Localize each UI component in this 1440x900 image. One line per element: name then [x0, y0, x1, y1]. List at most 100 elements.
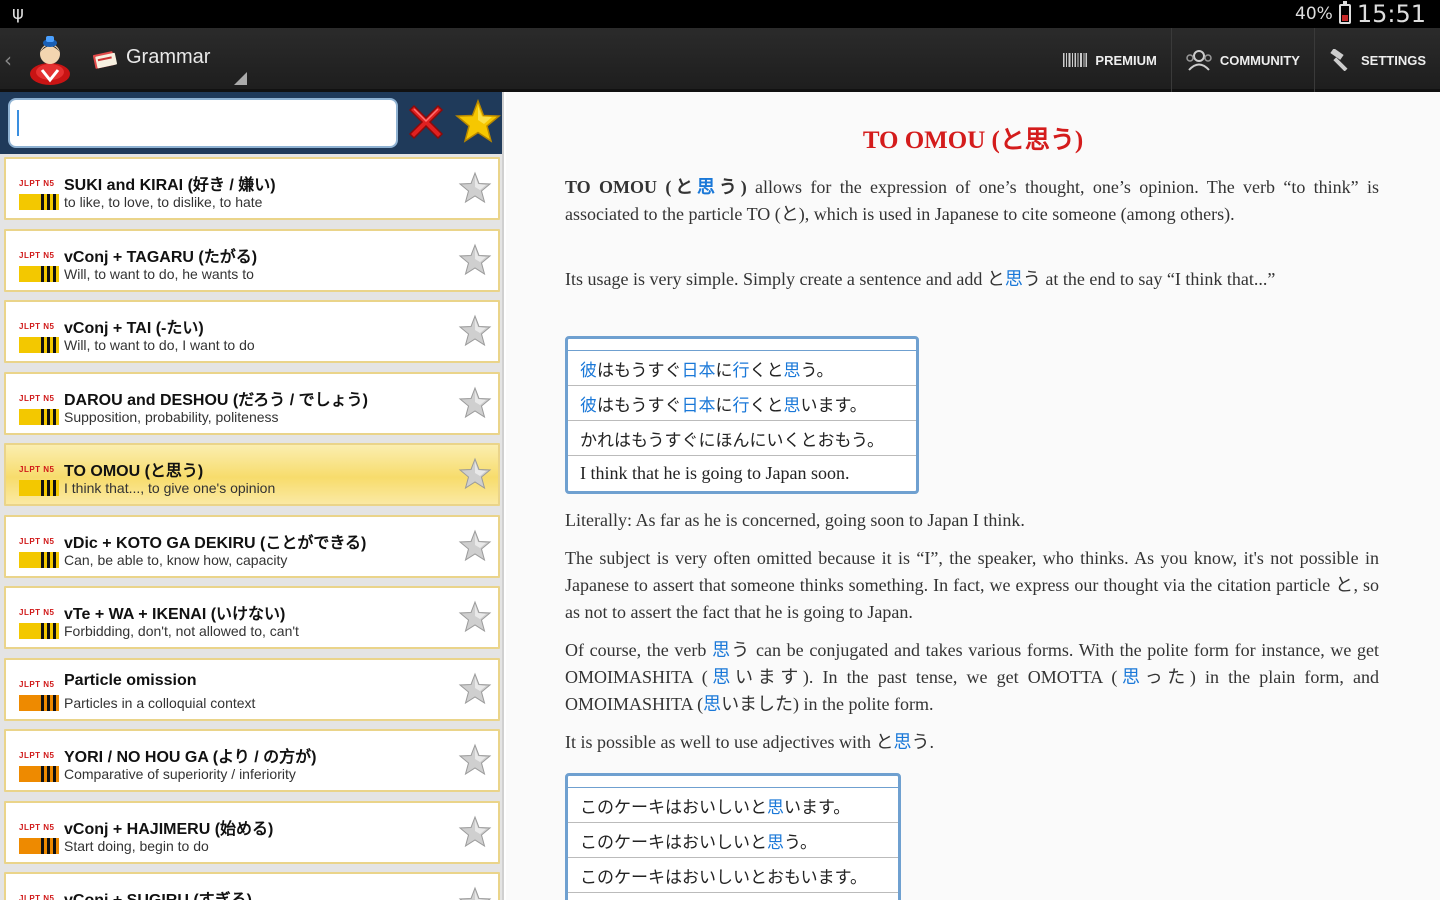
example-table-2: このケーキはおいしいと思います。 このケーキはおいしいと思う。 このケーキはおいしい…	[565, 773, 901, 900]
favorite-star-icon[interactable]	[458, 672, 492, 706]
level-indicator-icon	[19, 623, 59, 639]
text-run: う。	[800, 360, 834, 381]
grammar-description: Will, to want to do, he wants to	[64, 265, 254, 282]
example-text: このケーキはおいしいと思う。	[580, 828, 817, 853]
grammar-list-item[interactable]: JLPT N5 Particle omission Particles in a c…	[4, 657, 500, 721]
example-text: I think that he is going to Japan soon.	[580, 463, 849, 484]
battery-percent: 40%	[1295, 4, 1333, 24]
text-run: いました) in the polite form.	[721, 694, 934, 714]
barcode-icon	[1063, 53, 1088, 67]
up-chevron-icon[interactable]: ‹	[4, 48, 12, 72]
bold-text: TO OMOU (と	[565, 177, 698, 197]
community-button[interactable]: COMMUNITY	[1170, 28, 1314, 92]
grammar-list-item[interactable]: JLPT N5 SUKI and KIRAI (好き / 嫌い) to like, …	[4, 157, 500, 220]
grammar-list-item[interactable]: JLPT N5 vTe + WA + IKENAI (いけない) Forbiddin…	[4, 586, 500, 649]
example-row: かれはもうすぐにほんにいくとおもう。	[568, 421, 916, 456]
grammar-list-item[interactable]: JLPT N5 vConj + TAI (-たい) Will, to want to…	[4, 300, 500, 363]
favorite-star-icon[interactable]	[458, 314, 492, 348]
table-header-strip	[568, 339, 916, 351]
favorite-star-icon[interactable]	[458, 600, 492, 634]
kanji-link: 思	[1004, 269, 1023, 289]
grammar-title: vConj + TAGARU (たがる)	[64, 248, 258, 266]
jlpt-badge: JLPT N5	[19, 536, 55, 546]
grammar-title: vConj + HAJIMERU (始める)	[64, 820, 274, 838]
grammar-title: vDic + KOTO GA DEKIRU (ことができる)	[64, 534, 367, 552]
text-run: に	[715, 360, 733, 381]
kanji-link: 思	[1117, 667, 1145, 687]
status-bar: ψ 40% 15:51	[0, 0, 1440, 28]
grammar-title: vTe + WA + IKENAI (いけない)	[64, 606, 286, 623]
spinner-dropdown-icon[interactable]	[234, 72, 247, 85]
favorite-star-icon[interactable]	[458, 815, 492, 849]
text-caret	[17, 110, 19, 136]
premium-button[interactable]: PREMIUM	[1049, 28, 1170, 92]
grammar-list-item[interactable]: JLPT N5 DAROU and DESHOU (だろう / でしょう) Supp…	[4, 371, 500, 435]
jlpt-badge: JLPT N5	[19, 465, 55, 474]
grammar-title: SUKI and KIRAI (好き / 嫌い)	[64, 177, 276, 194]
text-run: このケーキはおいしいと	[580, 832, 767, 853]
favorite-star-icon[interactable]	[458, 457, 492, 491]
paragraph-4: The subject is very often omitted becaus…	[565, 545, 1379, 626]
grammar-list-item[interactable]: JLPT N5 vConj + SUGIRU (すぎる)	[4, 872, 500, 900]
jlpt-badge: JLPT N5	[19, 179, 55, 188]
text-run: このケーキはおいしいと	[580, 797, 767, 818]
grammar-description: Forbidding, don't, not allowed to, can't	[64, 623, 299, 639]
grammar-description: I think that..., to give one's opinion	[64, 480, 276, 496]
kanji-link: 思	[893, 732, 912, 752]
grammar-list-item[interactable]: JLPT N5 vConj + TAGARU (たがる) Will, to want…	[4, 228, 500, 292]
usb-icon: ψ	[12, 3, 24, 24]
paragraph-1: TO OMOU (と思う) allows for the expression …	[565, 174, 1379, 228]
favorite-star-icon[interactable]	[458, 743, 492, 777]
text-run: Of course, the verb	[565, 640, 713, 660]
jlpt-badge: JLPT N5	[19, 822, 55, 832]
example-table-1: 彼はもうすぐ日本に行くと思う。 彼はもうすぐ日本に行くと思います。 かれはもうすぐに…	[565, 336, 919, 494]
level-indicator-icon	[19, 766, 59, 782]
jlpt-badge: JLPT N5	[19, 393, 55, 403]
jlpt-badge: JLPT N5	[19, 679, 55, 689]
bold-text: う)	[718, 177, 747, 197]
level-indicator-icon	[19, 551, 59, 568]
kanji-link: 日本	[681, 360, 716, 381]
favorites-filter-star-icon[interactable]	[454, 98, 502, 146]
app-logo[interactable]	[24, 34, 76, 86]
example-row: このケーキはおいしいとおもいます。	[568, 858, 898, 893]
text-run: に	[715, 395, 733, 416]
level-indicator-icon	[19, 408, 59, 425]
favorite-star-icon[interactable]	[458, 386, 492, 420]
jlpt-badge: JLPT N5	[19, 751, 55, 760]
settings-button[interactable]: SETTINGS	[1313, 28, 1440, 92]
text-run: います。	[784, 797, 851, 818]
kanji-link: 行	[732, 395, 750, 416]
grammar-list-item[interactable]: JLPT N5 vDic + KOTO GA DEKIRU (ことができる) Can…	[4, 514, 500, 578]
grammar-description: Supposition, probability, politeness	[64, 408, 279, 425]
kanji-link: 行	[732, 360, 750, 381]
text-run: う.	[911, 732, 934, 752]
kanji-link: 思	[697, 177, 719, 197]
section-title[interactable]: Grammar	[126, 46, 210, 69]
favorite-star-icon[interactable]	[458, 171, 492, 205]
grammar-description: Comparative of superiority / inferiority	[64, 766, 296, 782]
text-run: くと	[749, 360, 784, 381]
clock: 15:51	[1356, 0, 1426, 28]
jlpt-badge: JLPT N5	[19, 894, 55, 900]
text-run: It is possible as well to use adjectives…	[565, 732, 894, 752]
text-run: かれはもうすぐにほんにいくとおもう。	[580, 430, 884, 451]
clear-search-icon[interactable]	[404, 100, 448, 144]
favorite-star-icon[interactable]	[458, 529, 492, 563]
search-input[interactable]	[8, 98, 398, 148]
level-indicator-icon	[19, 837, 59, 854]
paragraph-2: Its usage is very simple. Simply create …	[565, 266, 1379, 293]
grammar-title: TO OMOU (と思う)	[64, 463, 204, 480]
grammar-title: DAROU and DESHOU (だろう / でしょう)	[64, 391, 368, 409]
settings-label: SETTINGS	[1360, 52, 1426, 68]
text-run: I think that he is going to Japan soon.	[580, 463, 850, 483]
favorite-star-icon[interactable]	[458, 243, 492, 277]
favorite-star-icon[interactable]	[458, 886, 492, 900]
level-indicator-icon	[19, 265, 59, 282]
jlpt-badge: JLPT N5	[19, 250, 55, 260]
grammar-list-item[interactable]: JLPT N5 YORI / NO HOU GA (より / の方が) Compar…	[4, 729, 500, 792]
grammar-list-item[interactable]: JLPT N5 TO OMOU (と思う) I think that..., to …	[4, 443, 500, 506]
level-indicator-icon	[19, 194, 59, 210]
grammar-list-item[interactable]: JLPT N5 vConj + HAJIMERU (始める) Start doing…	[4, 800, 500, 864]
grammar-title: YORI / NO HOU GA (より / の方が)	[64, 749, 317, 766]
